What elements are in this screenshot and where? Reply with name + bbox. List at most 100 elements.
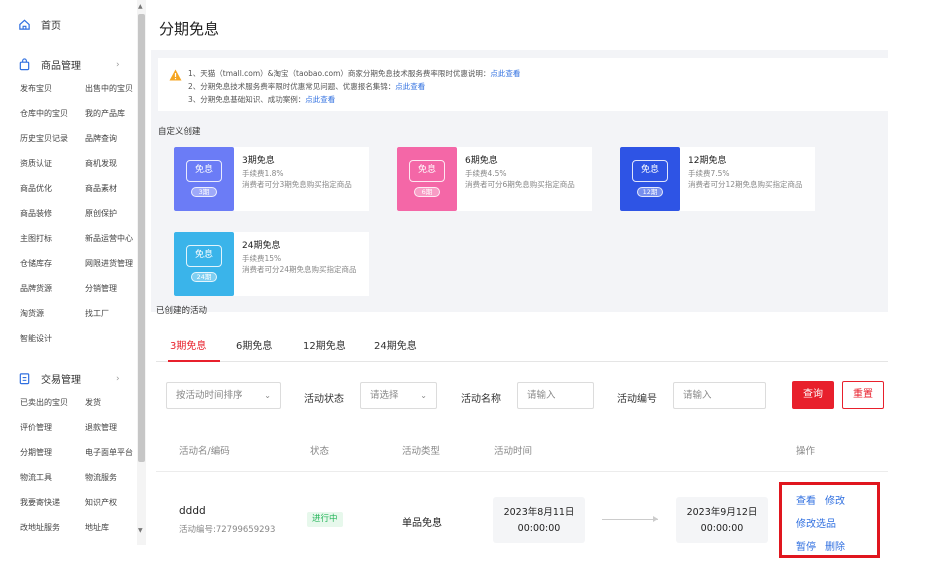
card-desc: 消费者可分24期免息购买指定商品 bbox=[242, 265, 357, 274]
edit-link[interactable]: 修改 bbox=[825, 492, 845, 507]
sidebar-subitem[interactable]: 我的产品库 bbox=[85, 108, 125, 119]
name-filter-label: 活动名称 bbox=[461, 394, 501, 405]
sidebar-group-goods[interactable]: 商品管理 › bbox=[18, 57, 120, 72]
sidebar-subitem[interactable]: 改地址服务 bbox=[20, 522, 60, 533]
warning-icon bbox=[169, 69, 182, 81]
sidebar-subitem[interactable]: 知识产权 bbox=[85, 497, 117, 508]
card-fee: 手续费4.5% bbox=[465, 169, 507, 178]
operations-highlight: 查看 修改 修改选品 暂停 删除 bbox=[779, 482, 880, 558]
notice-link[interactable]: 点此查看 bbox=[305, 95, 335, 104]
sidebar-subitem[interactable]: 商品优化 bbox=[20, 183, 52, 194]
main-content: 分期免息 1、天猫（tmall.com）&淘宝（taobao.com）商家分期免… bbox=[146, 0, 930, 570]
card-thumbnail: 免息 24期 bbox=[174, 232, 234, 296]
create-card[interactable]: 免息 6期 6期免息 手续费4.5% 消费者可分6期免息购买指定商品 bbox=[397, 147, 592, 211]
page-title: 分期免息 bbox=[159, 20, 220, 38]
create-panel: 1、天猫（tmall.com）&淘宝（taobao.com）商家分期免息技术服务… bbox=[151, 50, 888, 312]
status-select[interactable]: 请选择 ⌄ bbox=[360, 382, 437, 409]
tab-bar: 3期免息 6期免息 12期免息 24期免息 bbox=[156, 332, 888, 362]
view-link[interactable]: 查看 bbox=[796, 492, 816, 507]
sidebar-group-trade[interactable]: 交易管理 › bbox=[18, 371, 120, 386]
sidebar-group-title: 交易管理 bbox=[41, 375, 81, 386]
sidebar-subitem[interactable]: 找工厂 bbox=[85, 308, 109, 319]
code-filter-label: 活动编号 bbox=[617, 394, 657, 405]
scroll-up-icon[interactable]: ▲ bbox=[138, 3, 143, 10]
activity-name: dddd bbox=[179, 505, 206, 517]
code-input[interactable]: 请输入 bbox=[673, 382, 766, 409]
sidebar-subitem[interactable]: 物流工具 bbox=[20, 472, 52, 483]
sidebar-subitem[interactable]: 物流服务 bbox=[85, 472, 117, 483]
sidebar-subitem[interactable]: 出售中的宝贝 bbox=[85, 83, 133, 94]
sidebar-subitem[interactable]: 分销管理 bbox=[85, 283, 117, 294]
sidebar-subitem[interactable]: 发货 bbox=[85, 397, 101, 408]
end-date: 2023年9月12日 bbox=[686, 507, 758, 518]
sidebar-subitem[interactable]: 商品装修 bbox=[20, 208, 52, 219]
ticket-icon: 免息 bbox=[186, 160, 222, 182]
sidebar-subitem[interactable]: 评价管理 bbox=[20, 422, 52, 433]
period-pill: 12期 bbox=[637, 187, 663, 197]
chevron-down-icon: ⌄ bbox=[420, 391, 427, 400]
notice-link[interactable]: 点此查看 bbox=[395, 82, 425, 91]
sidebar-subitem[interactable]: 历史宝贝记录 bbox=[20, 133, 68, 144]
sidebar-subitem[interactable]: 品牌查询 bbox=[85, 133, 117, 144]
column-header: 操作 bbox=[796, 446, 816, 457]
start-time: 00:00:00 bbox=[517, 523, 561, 534]
create-card[interactable]: 免息 3期 3期免息 手续费1.8% 消费者可分3期免息购买指定商品 bbox=[174, 147, 369, 211]
edit-items-link[interactable]: 修改选品 bbox=[796, 515, 836, 530]
sidebar-subitem[interactable]: 品牌货源 bbox=[20, 283, 52, 294]
scroll-down-icon[interactable]: ▼ bbox=[138, 527, 143, 534]
activity-code: 活动编号:72799659293 bbox=[179, 525, 276, 535]
sidebar-subitem[interactable]: 原创保护 bbox=[85, 208, 117, 219]
create-card[interactable]: 免息 12期 12期免息 手续费7.5% 消费者可分12期免息购买指定商品 bbox=[620, 147, 815, 211]
end-time: 00:00:00 bbox=[700, 523, 744, 534]
tab-6-period[interactable]: 6期免息 bbox=[236, 337, 272, 352]
reset-button[interactable]: 重置 bbox=[842, 381, 884, 409]
end-time-box: 2023年9月12日 00:00:00 bbox=[676, 497, 768, 543]
sidebar-subitem[interactable]: 商机发现 bbox=[85, 158, 117, 169]
tab-3-period[interactable]: 3期免息 bbox=[170, 337, 206, 352]
sidebar-subitem[interactable]: 发布宝贝 bbox=[20, 83, 52, 94]
notice-link[interactable]: 点此查看 bbox=[490, 69, 520, 78]
custom-create-label: 自定义创建 bbox=[158, 127, 201, 137]
status-badge: 进行中 bbox=[307, 512, 343, 527]
sidebar-subitem[interactable]: 退款管理 bbox=[85, 422, 117, 433]
sidebar-subitem[interactable]: 地址库 bbox=[85, 522, 109, 533]
sidebar-subitem[interactable]: 智能设计 bbox=[20, 333, 52, 344]
create-card[interactable]: 免息 24期 24期免息 手续费15% 消费者可分24期免息购买指定商品 bbox=[174, 232, 369, 296]
tab-12-period[interactable]: 12期免息 bbox=[303, 337, 346, 352]
sidebar-subitem[interactable]: 淘货源 bbox=[20, 308, 44, 319]
sidebar-subitem[interactable]: 新品运营中心 bbox=[85, 233, 133, 244]
list-icon bbox=[19, 373, 30, 385]
card-title: 24期免息 bbox=[242, 241, 281, 251]
sidebar-item-home[interactable]: 首页 bbox=[18, 17, 61, 32]
sidebar-subitem[interactable]: 仓储库存 bbox=[20, 258, 52, 269]
card-fee: 手续费7.5% bbox=[688, 169, 730, 178]
sidebar-subitem[interactable]: 分期管理 bbox=[20, 447, 52, 458]
card-title: 6期免息 bbox=[465, 156, 498, 166]
name-input[interactable]: 请输入 bbox=[517, 382, 594, 409]
delete-link[interactable]: 删除 bbox=[825, 538, 845, 553]
ticket-icon: 免息 bbox=[409, 160, 445, 182]
sidebar-subitem[interactable]: 资质认证 bbox=[20, 158, 52, 169]
start-time-box: 2023年8月11日 00:00:00 bbox=[493, 497, 585, 543]
sidebar-subitem[interactable]: 电子面单平台 bbox=[85, 447, 133, 458]
bag-icon bbox=[19, 58, 30, 71]
status-filter-label: 活动状态 bbox=[304, 394, 344, 405]
period-pill: 24期 bbox=[191, 272, 217, 282]
pause-link[interactable]: 暂停 bbox=[796, 538, 816, 553]
card-desc: 消费者可分3期免息购买指定商品 bbox=[242, 180, 352, 189]
query-button[interactable]: 查询 bbox=[792, 381, 834, 409]
tab-24-period[interactable]: 24期免息 bbox=[374, 337, 417, 352]
sidebar-subitem[interactable]: 我要寄快递 bbox=[20, 497, 60, 508]
sort-select[interactable]: 按活动时间排序 ⌄ bbox=[166, 382, 281, 409]
column-header: 状态 bbox=[310, 446, 330, 457]
sidebar-subitem[interactable]: 网限进货管理 bbox=[85, 258, 133, 269]
sidebar-subitem[interactable]: 仓库中的宝贝 bbox=[20, 108, 68, 119]
notice-line-1: 1、天猫（tmall.com）&淘宝（taobao.com）商家分期免息技术服务… bbox=[188, 69, 521, 78]
scrollbar-thumb[interactable] bbox=[138, 14, 145, 462]
sidebar-subitem[interactable]: 主图打标 bbox=[20, 233, 52, 244]
chevron-down-icon: ⌄ bbox=[264, 391, 271, 400]
sidebar-subitem[interactable]: 商品素材 bbox=[85, 183, 117, 194]
sidebar-subitem[interactable]: 已卖出的宝贝 bbox=[20, 397, 68, 408]
arrow-right-icon bbox=[602, 516, 658, 522]
sidebar-group-title: 商品管理 bbox=[41, 61, 81, 72]
